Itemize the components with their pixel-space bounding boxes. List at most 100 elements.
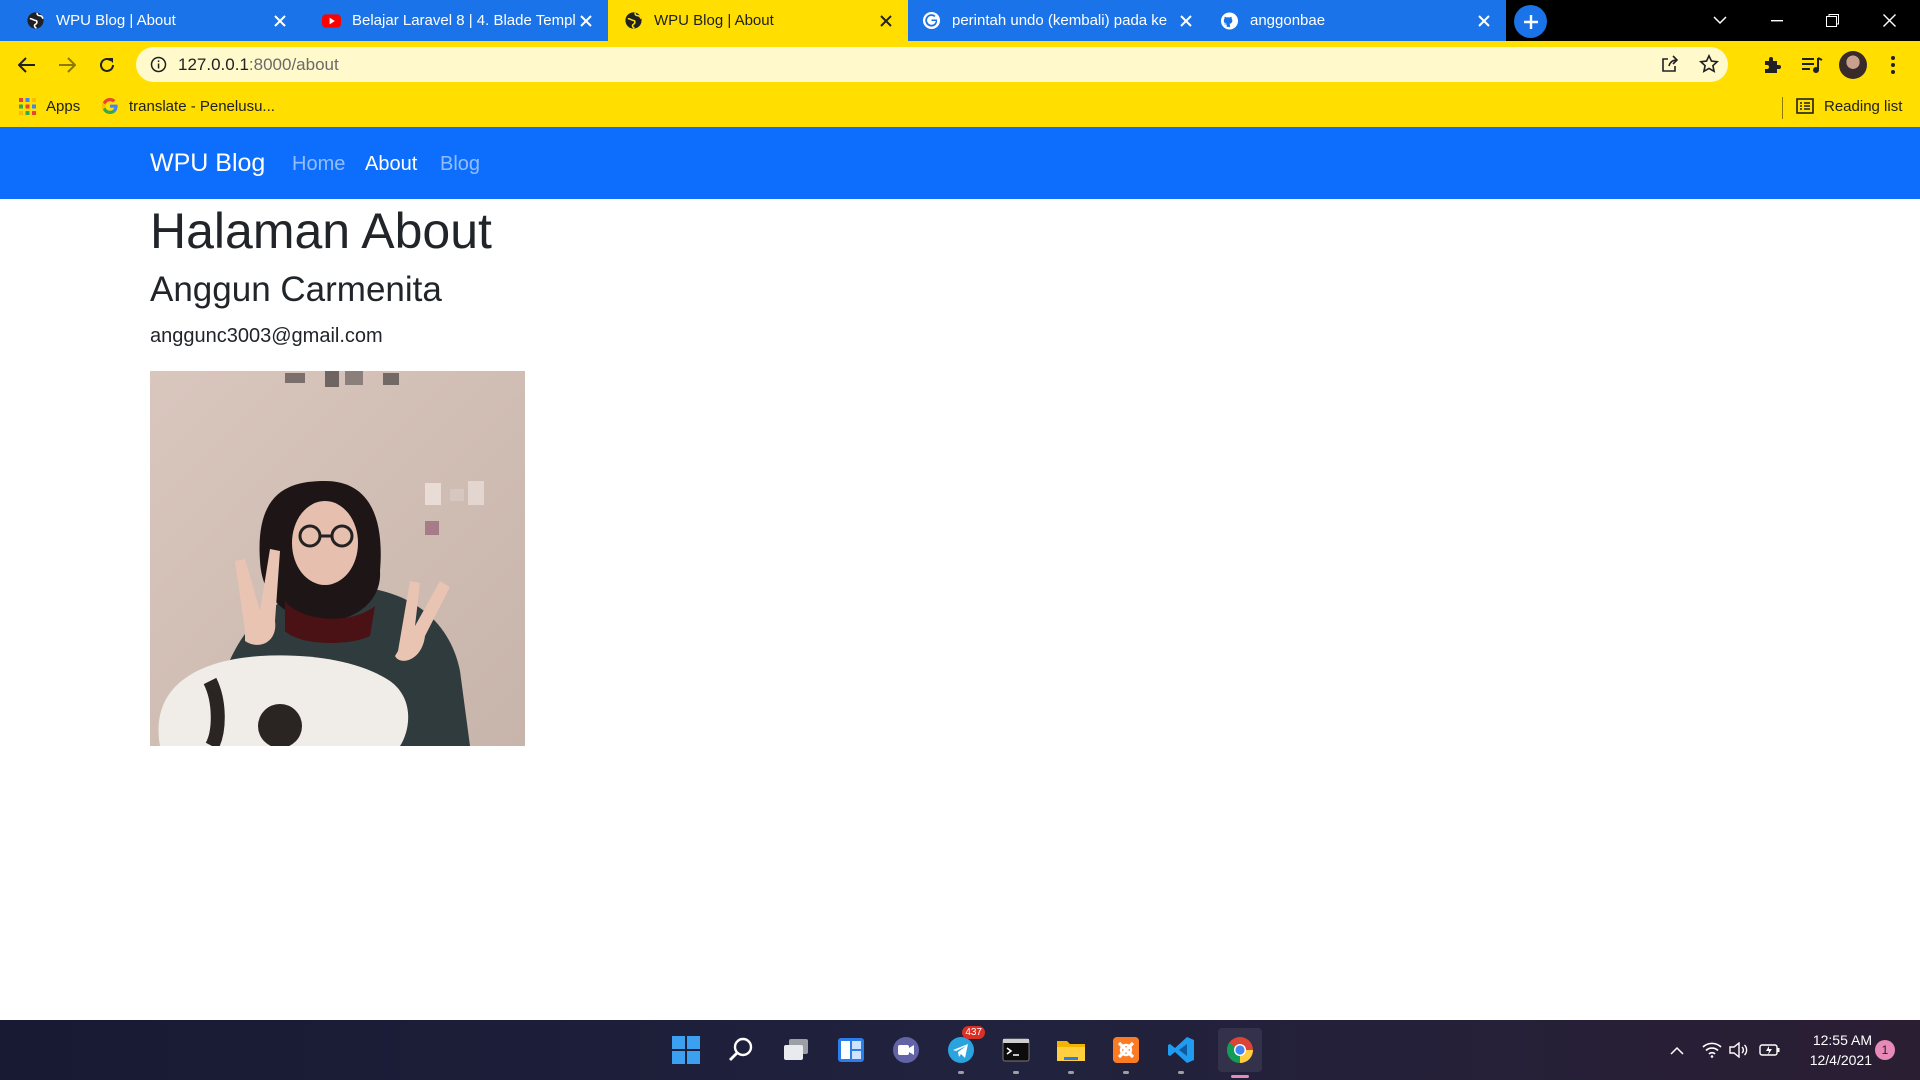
page-title: Halaman About	[150, 203, 492, 259]
battery-status[interactable]	[1758, 1038, 1782, 1062]
apps-grid-icon	[19, 97, 36, 115]
running-indicator	[1013, 1071, 1019, 1074]
bookmarks-divider	[1782, 97, 1783, 119]
bookmarks-bar: Apps translate - Penelusu... Reading lis…	[0, 89, 1920, 127]
clock-date: 12/4/2021	[1809, 1052, 1872, 1068]
globe-icon	[26, 11, 45, 30]
vscode-icon	[1168, 1037, 1194, 1063]
restore-icon	[1826, 14, 1839, 27]
nav-home[interactable]: Home	[292, 153, 345, 176]
arrow-right-icon	[59, 57, 76, 73]
chat-icon	[893, 1037, 919, 1063]
bookmark-apps[interactable]: Apps	[19, 89, 80, 123]
running-indicator	[1123, 1071, 1129, 1074]
bookmark-label: translate - Penelusu...	[129, 97, 275, 115]
tab-wpu-about-active[interactable]: WPU Blog | About	[608, 0, 908, 41]
menu-button[interactable]	[1878, 50, 1908, 80]
close-icon[interactable]	[576, 11, 596, 31]
url-path: :8000/about	[248, 55, 339, 74]
start-button[interactable]	[668, 1032, 704, 1068]
bookmark-star-icon[interactable]	[1698, 53, 1720, 79]
speaker-icon	[1729, 1042, 1748, 1058]
windows-taskbar: 437 12:55 AM 12/4/2021 1	[0, 1020, 1920, 1080]
task-view-button[interactable]	[778, 1032, 814, 1068]
tab-github[interactable]: anggonbae	[1208, 0, 1506, 41]
profile-avatar[interactable]	[1839, 51, 1867, 79]
share-icon[interactable]	[1660, 55, 1680, 78]
chevron-up-icon	[1670, 1046, 1684, 1055]
tab-google-search[interactable]: perintah undo (kembali) pada ke	[908, 0, 1208, 41]
info-icon[interactable]	[150, 56, 167, 78]
folder-icon	[1057, 1041, 1085, 1061]
bookmark-translate[interactable]: translate - Penelusu...	[101, 89, 275, 123]
tab-title: WPU Blog | About	[654, 12, 774, 29]
nav-blog[interactable]: Blog	[440, 153, 480, 176]
puzzle-icon	[1765, 57, 1781, 73]
more-vert-icon	[1891, 56, 1895, 74]
bookmark-label: Reading list	[1824, 97, 1903, 115]
clock-time: 12:55 AM	[1812, 1032, 1872, 1048]
address-bar[interactable]: 127.0.0.1:8000/about	[136, 47, 1728, 82]
url-text[interactable]: 127.0.0.1:8000/about	[178, 55, 339, 75]
telegram-icon	[948, 1037, 974, 1063]
site-navbar: WPU Blog Home About Blog	[0, 127, 1920, 199]
terminal-button[interactable]	[998, 1032, 1034, 1074]
reading-list-icon	[1796, 98, 1814, 114]
plus-icon	[1523, 14, 1538, 29]
close-icon	[1883, 14, 1896, 27]
close-window-button[interactable]	[1862, 0, 1917, 41]
tab-title: WPU Blog | About	[56, 12, 176, 29]
tab-title: Belajar Laravel 8 | 4. Blade Templ	[352, 12, 576, 29]
close-icon[interactable]	[876, 11, 896, 31]
tab-youtube-laravel[interactable]: Belajar Laravel 8 | 4. Blade Templ	[302, 0, 608, 41]
back-button[interactable]	[12, 50, 42, 80]
chrome-button[interactable]	[1218, 1028, 1262, 1078]
minimize-button[interactable]	[1749, 0, 1804, 41]
close-icon[interactable]	[1176, 11, 1196, 31]
close-icon[interactable]	[1474, 11, 1494, 31]
telegram-button[interactable]: 437	[943, 1026, 985, 1074]
xampp-button[interactable]	[1108, 1032, 1144, 1074]
volume-status[interactable]	[1727, 1038, 1751, 1062]
reload-icon	[100, 57, 114, 72]
teams-chat-button[interactable]	[888, 1032, 924, 1068]
browser-toolbar: 127.0.0.1:8000/about	[0, 41, 1920, 89]
close-icon[interactable]	[270, 11, 290, 31]
forward-button[interactable]	[52, 50, 82, 80]
tab-search-button[interactable]	[1692, 0, 1747, 41]
terminal-icon	[1002, 1038, 1030, 1062]
task-view-icon	[784, 1039, 808, 1060]
notification-badge: 437	[962, 1026, 985, 1039]
profile-name: Anggun Carmenita	[150, 270, 442, 309]
file-explorer-button[interactable]	[1053, 1032, 1089, 1074]
new-tab-button[interactable]	[1514, 5, 1547, 38]
show-hidden-icons-button[interactable]	[1665, 1038, 1689, 1062]
running-indicator	[958, 1071, 964, 1074]
arrow-left-icon	[18, 57, 35, 73]
google-icon	[922, 11, 941, 30]
windows-icon	[672, 1036, 700, 1064]
extensions-button[interactable]	[1757, 50, 1787, 80]
battery-charging-icon	[1759, 1044, 1780, 1056]
xampp-icon	[1113, 1037, 1139, 1063]
profile-email: anggunc3003@gmail.com	[150, 325, 383, 347]
vscode-button[interactable]	[1163, 1032, 1199, 1074]
system-clock[interactable]: 12:55 AM 12/4/2021	[1792, 1030, 1872, 1070]
tab-strip: WPU Blog | About Belajar Laravel 8 | 4. …	[0, 0, 1920, 41]
minimize-icon	[1770, 19, 1783, 21]
media-control-button[interactable]	[1797, 50, 1827, 80]
chrome-icon	[1226, 1037, 1253, 1064]
wifi-status[interactable]	[1700, 1038, 1724, 1062]
nav-about[interactable]: About	[365, 153, 417, 176]
tab-wpu-about-1[interactable]: WPU Blog | About	[0, 0, 302, 41]
chevron-down-icon	[1712, 16, 1727, 25]
widgets-button[interactable]	[833, 1032, 869, 1068]
site-brand[interactable]: WPU Blog	[150, 149, 265, 178]
reading-list-button[interactable]: Reading list	[1796, 89, 1902, 123]
wifi-icon	[1702, 1042, 1722, 1058]
restore-button[interactable]	[1805, 0, 1860, 41]
reload-button[interactable]	[92, 50, 122, 80]
youtube-icon	[322, 11, 341, 30]
search-button[interactable]	[723, 1032, 759, 1068]
notification-center-badge[interactable]: 1	[1875, 1040, 1895, 1060]
